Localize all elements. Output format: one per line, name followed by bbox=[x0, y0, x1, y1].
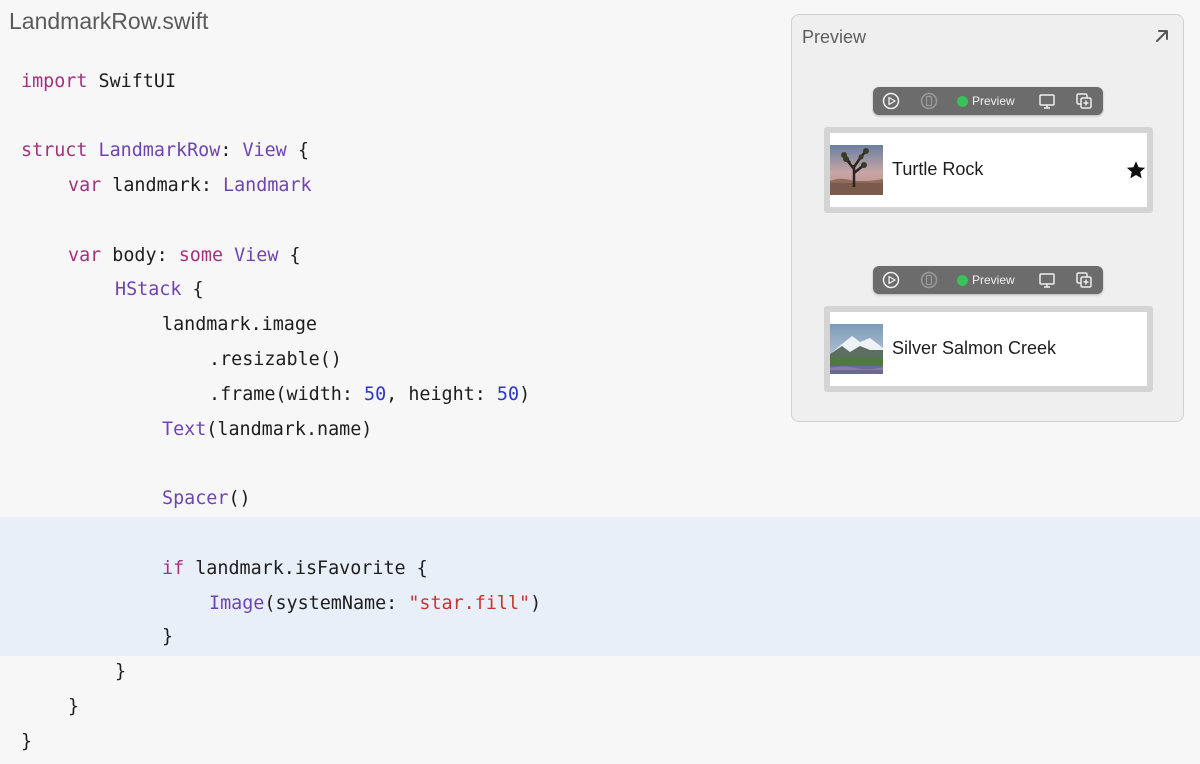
landmark-thumbnail bbox=[830, 145, 883, 195]
highlight-band bbox=[0, 517, 1200, 656]
code-text: { bbox=[286, 140, 309, 161]
code-text: , height: bbox=[386, 384, 497, 405]
device-icon[interactable] bbox=[919, 91, 939, 111]
landmark-name: Turtle Rock bbox=[892, 159, 984, 179]
code-line-5[interactable]: HStack { bbox=[115, 273, 204, 307]
code-line-15[interactable]: } bbox=[68, 690, 79, 724]
live-preview-label: Preview bbox=[972, 94, 1015, 108]
preview-panel: Preview Preview Turtle Rock Preview Silv… bbox=[791, 14, 1184, 422]
code-line-9[interactable]: Text(landmark.name) bbox=[162, 413, 372, 447]
closing-brace: } bbox=[115, 661, 127, 682]
code-text: : bbox=[220, 140, 232, 161]
code-text: (landmark.name) bbox=[206, 419, 373, 440]
code-line-16[interactable]: } bbox=[21, 725, 32, 759]
code-line-12[interactable]: Image(systemName: "star.fill") bbox=[209, 587, 541, 621]
preview-toolbar: Preview bbox=[873, 87, 1103, 115]
duplicate-icon[interactable] bbox=[1074, 270, 1094, 290]
code-text: .resizable() bbox=[209, 349, 342, 370]
code-line-11[interactable]: if landmark.isFavorite { bbox=[162, 552, 428, 586]
landmark-row: Silver Salmon Creek bbox=[830, 312, 1147, 386]
code-text: SwiftUI bbox=[87, 71, 177, 92]
code-line-2[interactable]: struct LandmarkRow: View { bbox=[21, 134, 309, 168]
type-name: HStack bbox=[115, 279, 182, 300]
type-name: LandmarkRow bbox=[87, 140, 221, 161]
code-text: ) bbox=[519, 384, 531, 405]
code-text: { bbox=[278, 245, 301, 266]
code-line-10[interactable]: Spacer() bbox=[162, 482, 251, 516]
code-text: ) bbox=[530, 593, 542, 614]
code-line-4[interactable]: var body: some View { bbox=[68, 239, 301, 273]
code-line-3[interactable]: var landmark: Landmark bbox=[68, 169, 312, 203]
duplicate-icon[interactable] bbox=[1074, 91, 1094, 111]
keyword-struct: struct bbox=[21, 140, 88, 161]
play-circle-icon[interactable] bbox=[881, 270, 901, 290]
play-circle-icon[interactable] bbox=[881, 91, 901, 111]
type-name: Landmark bbox=[211, 175, 312, 196]
live-preview-button[interactable]: Preview bbox=[957, 94, 1015, 108]
code-text: body: bbox=[101, 245, 168, 266]
live-preview-label: Preview bbox=[972, 273, 1015, 287]
preview-toolbar: Preview bbox=[873, 266, 1103, 294]
code-line-6[interactable]: landmark.image bbox=[162, 308, 317, 342]
arrow-up-right-icon[interactable] bbox=[1153, 27, 1171, 45]
code-text: landmark.isFavorite { bbox=[184, 558, 428, 579]
keyword-var: var bbox=[68, 175, 102, 196]
file-title: LandmarkRow.swift bbox=[9, 8, 209, 34]
number-literal: 50 bbox=[364, 384, 387, 405]
code-text: { bbox=[181, 279, 204, 300]
closing-brace: } bbox=[21, 731, 33, 752]
code-text: landmark: bbox=[101, 175, 212, 196]
closing-brace: } bbox=[68, 696, 80, 717]
keyword-if: if bbox=[162, 558, 185, 579]
device-icon[interactable] bbox=[919, 270, 939, 290]
code-text: () bbox=[228, 488, 251, 509]
landmark-thumbnail bbox=[830, 324, 883, 374]
code-text: landmark.image bbox=[162, 314, 318, 335]
live-preview-button[interactable]: Preview bbox=[957, 273, 1015, 287]
code-text: (systemName: bbox=[264, 593, 409, 614]
landmark-row-card[interactable]: Turtle Rock bbox=[824, 127, 1153, 213]
keyword-import: import bbox=[21, 71, 88, 92]
landmark-row: Turtle Rock bbox=[830, 133, 1147, 207]
display-icon[interactable] bbox=[1037, 91, 1057, 111]
code-text: .frame(width: bbox=[209, 384, 365, 405]
type-name: Image bbox=[209, 593, 265, 614]
status-dot bbox=[957, 274, 968, 286]
display-icon[interactable] bbox=[1037, 270, 1057, 290]
type-name: Spacer bbox=[162, 488, 229, 509]
code-line-13[interactable]: } bbox=[162, 620, 173, 654]
code-line-14[interactable]: } bbox=[115, 655, 126, 689]
status-dot bbox=[957, 95, 968, 107]
star-fill-icon bbox=[1126, 161, 1146, 179]
type-name: View bbox=[231, 140, 287, 161]
landmark-name: Silver Salmon Creek bbox=[892, 338, 1057, 358]
preview-title: Preview bbox=[802, 27, 867, 47]
closing-brace: } bbox=[162, 626, 174, 647]
keyword-some: some bbox=[167, 245, 224, 266]
number-literal: 50 bbox=[496, 384, 520, 405]
type-name: View bbox=[223, 245, 279, 266]
string-literal: "star.fill" bbox=[408, 593, 531, 614]
code-line-8[interactable]: .frame(width: 50, height: 50) bbox=[209, 378, 530, 412]
code-line-7[interactable]: .resizable() bbox=[209, 343, 342, 377]
code-line-1[interactable]: import SwiftUI bbox=[21, 65, 176, 99]
type-name: Text bbox=[162, 419, 207, 440]
keyword-var: var bbox=[68, 245, 102, 266]
landmark-row-card[interactable]: Silver Salmon Creek bbox=[824, 306, 1153, 392]
